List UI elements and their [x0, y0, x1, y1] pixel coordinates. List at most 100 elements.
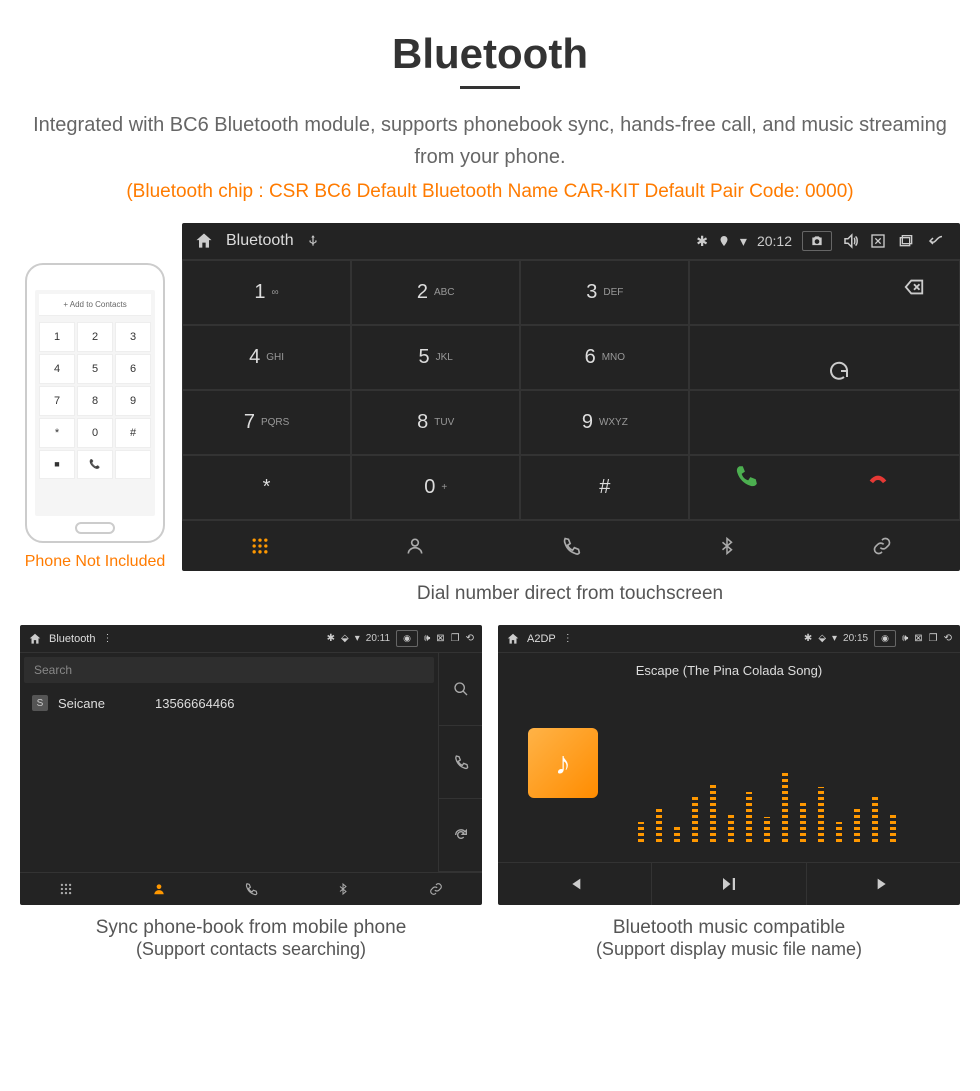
screenshot-icon[interactable]: ◉: [396, 630, 418, 647]
nav-link[interactable]: [390, 873, 482, 905]
home-icon[interactable]: [28, 632, 42, 646]
dialkey-9[interactable]: 9WXYZ: [520, 390, 689, 455]
phone-action: [115, 450, 151, 479]
dialkey-2[interactable]: 2ABC: [351, 260, 520, 325]
back-icon[interactable]: ⟲: [466, 633, 474, 644]
viz-bar: [800, 802, 806, 842]
wifi-icon: ▾: [355, 633, 360, 644]
status-time: 20:12: [757, 233, 792, 249]
viz-bar: [656, 807, 662, 842]
status-time: 20:11: [366, 633, 390, 644]
phone-key: 3: [115, 322, 151, 352]
dialkey-1[interactable]: 1∞: [182, 260, 351, 325]
nav-dialpad[interactable]: [182, 521, 338, 571]
wifi-icon: ▾: [832, 633, 837, 644]
viz-bar: [746, 792, 752, 842]
usb-icon: [306, 234, 320, 248]
recent-icon[interactable]: ❐: [451, 633, 460, 644]
contact-name: Seicane: [58, 696, 105, 711]
status-time: 20:15: [843, 633, 868, 644]
bluetooth-signal-icon: [40, 0, 78, 10]
nav-bluetooth[interactable]: [649, 521, 805, 571]
search-input[interactable]: Search: [24, 657, 434, 683]
wifi-icon: ▾: [740, 233, 747, 250]
viz-bar: [836, 822, 842, 842]
music-panel: A2DP ⋮ ✱ ⬙ ▾ 20:15 ◉ 🕪 ⊠ ❐ ⟲ Escape (The…: [498, 625, 960, 905]
back-icon[interactable]: [924, 232, 948, 250]
nav-contacts[interactable]: [112, 873, 204, 905]
home-icon[interactable]: [194, 231, 214, 251]
music-caption1: Bluetooth music compatible: [498, 917, 960, 939]
back-icon[interactable]: ⟲: [944, 633, 952, 644]
refresh-icon[interactable]: [827, 359, 851, 388]
nav-dialpad[interactable]: [20, 873, 112, 905]
phone-mockup: + Add to Contacts 123456789*0#■📞 Phone N…: [20, 223, 170, 571]
usb-icon: ⋮: [563, 633, 573, 644]
phone-contacts-label: + Add to Contacts: [39, 294, 151, 316]
bluetooth-icon: ✱: [327, 633, 335, 644]
dialkey-7[interactable]: 7PQRS: [182, 390, 351, 455]
viz-bar: [728, 812, 734, 842]
next-track-button[interactable]: [807, 863, 960, 905]
usb-icon: ⋮: [102, 633, 112, 644]
main-caption: Dial number direct from touchscreen: [180, 583, 960, 605]
bluetooth-icon: ✱: [804, 633, 812, 644]
visualizer: [638, 742, 920, 842]
music-album-icon: ♪: [528, 728, 598, 798]
phone-key: 6: [115, 354, 151, 384]
volume-icon[interactable]: [842, 232, 860, 250]
nav-phone[interactable]: [493, 521, 649, 571]
nav-bluetooth[interactable]: [297, 873, 389, 905]
dialkey-0[interactable]: 0+: [351, 455, 520, 520]
volume-icon[interactable]: 🕪: [902, 633, 908, 644]
home-icon[interactable]: [506, 632, 520, 646]
phone-key: 1: [39, 322, 75, 352]
phone-key: 4: [39, 354, 75, 384]
screenshot-icon[interactable]: ◉: [874, 630, 896, 647]
close-icon[interactable]: ⊠: [914, 633, 922, 644]
nav-link[interactable]: [804, 521, 960, 571]
volume-icon[interactable]: 🕪: [424, 633, 430, 644]
contacts-panel: Bluetooth ⋮ ✱ ⬙ ▾ 20:11 ◉ 🕪 ⊠ ❐ ⟲ Searc: [20, 625, 482, 905]
dialkey-5[interactable]: 5JKL: [351, 325, 520, 390]
dialkey-4[interactable]: 4GHI: [182, 325, 351, 390]
viz-bar: [638, 822, 644, 842]
viz-bar: [764, 817, 770, 842]
nav-contacts[interactable]: [338, 521, 494, 571]
call-button[interactable]: [439, 726, 482, 799]
dialkey-3[interactable]: 3DEF: [520, 260, 689, 325]
close-icon[interactable]: ⊠: [436, 633, 444, 644]
viz-bar: [710, 782, 716, 842]
viz-bar: [890, 812, 896, 842]
backspace-icon[interactable]: [899, 276, 929, 303]
track-title: Escape (The Pina Colada Song): [498, 653, 960, 688]
location-icon: ⬙: [341, 633, 349, 644]
side-spacer: [689, 325, 960, 390]
dialkey-8[interactable]: 8TUV: [351, 390, 520, 455]
prev-track-button[interactable]: [498, 863, 652, 905]
close-icon[interactable]: [870, 233, 886, 249]
dialkey-#[interactable]: #: [520, 455, 689, 520]
play-pause-button[interactable]: [652, 863, 806, 905]
viz-bar: [872, 797, 878, 842]
search-button[interactable]: [439, 653, 482, 726]
dialkey-*[interactable]: *: [182, 455, 351, 520]
screenshot-icon[interactable]: [802, 231, 832, 251]
phone-key: 0: [77, 418, 113, 448]
recent-icon[interactable]: [896, 233, 914, 249]
refresh-button[interactable]: [439, 799, 482, 872]
viz-bar: [692, 797, 698, 842]
call-button[interactable]: [688, 463, 805, 489]
hangup-button[interactable]: [820, 469, 937, 489]
phone-key: 5: [77, 354, 113, 384]
phone-key: 7: [39, 386, 75, 416]
dialkey-6[interactable]: 6MNO: [520, 325, 689, 390]
recent-icon[interactable]: ❐: [929, 633, 938, 644]
phone-action: ■: [39, 450, 75, 479]
location-icon: ⬙: [818, 633, 826, 644]
status-app-label: Bluetooth: [49, 633, 95, 645]
nav-phone[interactable]: [205, 873, 297, 905]
viz-bar: [782, 772, 788, 842]
contact-row[interactable]: S Seicane 13566664466: [20, 687, 438, 719]
viz-bar: [674, 827, 680, 842]
